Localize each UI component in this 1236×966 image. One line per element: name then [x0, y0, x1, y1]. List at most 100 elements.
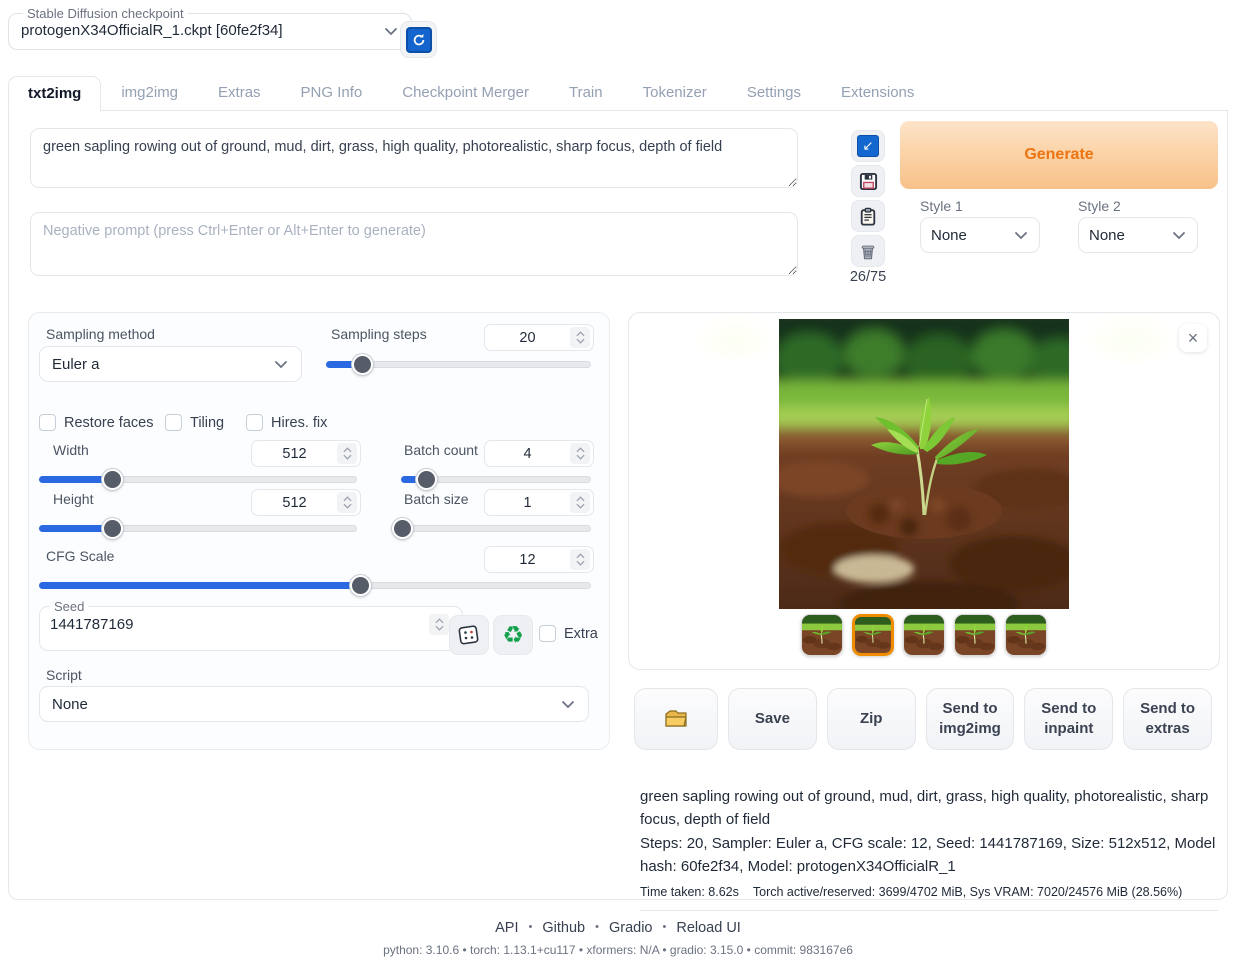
tiling-checkbox[interactable]: Tiling — [165, 414, 224, 431]
checkbox-box — [39, 414, 56, 431]
spinner-arrows[interactable] — [337, 443, 357, 464]
prompt-input[interactable]: green sapling rowing out of ground, mud,… — [30, 128, 798, 188]
chevron-down-icon — [1171, 227, 1187, 243]
height-slider[interactable] — [39, 518, 357, 536]
output-actions: Save Zip Send to img2img Send to inpaint… — [634, 688, 1212, 750]
apply-style-button[interactable] — [851, 200, 885, 232]
generation-info-params: Steps: 20, Sampler: Euler a, CFG scale: … — [640, 832, 1218, 879]
tab-checkpoint-merger[interactable]: Checkpoint Merger — [382, 75, 549, 111]
footer: API•Github•Gradio•Reload UI python: 3.10… — [0, 920, 1236, 957]
gallery-thumbnail-2[interactable] — [852, 614, 894, 656]
spinner-arrows[interactable] — [570, 492, 590, 513]
spinner-arrows[interactable] — [570, 549, 590, 570]
tab-settings[interactable]: Settings — [727, 75, 821, 111]
width-label: Width — [53, 442, 89, 458]
slider-handle[interactable] — [102, 469, 123, 490]
style2-label: Style 2 — [1078, 198, 1121, 214]
vram-stats: Torch active/reserved: 3699/4702 MiB, Sy… — [753, 885, 1182, 899]
tab-train[interactable]: Train — [549, 75, 623, 111]
slider-handle[interactable] — [102, 518, 123, 539]
batch-size-label: Batch size — [404, 491, 469, 507]
send-to-inpaint-button[interactable]: Send to inpaint — [1024, 688, 1113, 750]
footer-link-gradio[interactable]: Gradio — [609, 920, 653, 936]
sampling-steps-input[interactable]: 20 — [484, 324, 594, 351]
footer-link-reload-ui[interactable]: Reload UI — [676, 920, 740, 936]
checkpoint-value: protogenX34OfficialR_1.ckpt [60fe2f34] — [21, 22, 283, 39]
width-value: 512 — [252, 446, 337, 462]
spinner-arrows[interactable] — [570, 443, 590, 464]
txt2img-settings-panel: Sampling method Euler a Sampling steps 2… — [28, 312, 610, 750]
slider-handle[interactable] — [352, 354, 373, 375]
footer-link-api[interactable]: API — [495, 920, 518, 936]
cfg-scale-slider[interactable] — [39, 575, 591, 593]
generated-image[interactable] — [779, 319, 1069, 609]
clear-prompt-button[interactable] — [851, 235, 885, 267]
style2-select[interactable]: None — [1078, 217, 1198, 253]
generate-button[interactable]: Generate — [900, 121, 1218, 189]
batch-count-value: 4 — [485, 446, 570, 462]
recycle-icon: ♻ — [502, 623, 524, 647]
checkpoint-dropdown[interactable]: Stable Diffusion checkpoint protogenX34O… — [8, 6, 412, 50]
script-select[interactable]: None — [39, 686, 589, 722]
open-folder-button[interactable] — [634, 688, 718, 750]
tab-tokenizer[interactable]: Tokenizer — [623, 75, 727, 111]
batch-count-input[interactable]: 4 — [484, 440, 594, 467]
width-input[interactable]: 512 — [251, 440, 361, 467]
spinner-arrows[interactable] — [337, 492, 357, 513]
width-slider[interactable] — [39, 469, 357, 487]
generation-info-prompt: green sapling rowing out of ground, mud,… — [640, 785, 1218, 832]
negative-prompt-input[interactable] — [30, 212, 798, 276]
token-counter: 26/75 — [848, 269, 888, 285]
height-label: Height — [53, 491, 93, 507]
tab-extensions[interactable]: Extensions — [821, 75, 934, 111]
gallery-thumbnails — [629, 614, 1219, 656]
gallery-thumbnail-5[interactable] — [1005, 614, 1047, 656]
checkbox-box — [539, 625, 556, 642]
height-input[interactable]: 512 — [251, 489, 361, 516]
batch-size-slider[interactable] — [401, 518, 591, 536]
save-button[interactable]: Save — [728, 688, 817, 750]
batch-count-label: Batch count — [404, 442, 478, 458]
seed-value: 1441787169 — [50, 616, 133, 633]
tab-extras[interactable]: Extras — [198, 75, 281, 111]
spinner-arrows[interactable] — [570, 327, 590, 348]
trash-icon — [859, 242, 877, 261]
batch-size-input[interactable]: 1 — [484, 489, 594, 516]
slider-handle[interactable] — [350, 575, 371, 596]
tab-img2img[interactable]: img2img — [101, 75, 198, 111]
footer-versions: python: 3.10.6 • torch: 1.13.1+cu117 • x… — [0, 943, 1236, 957]
gallery-thumbnail-3[interactable] — [903, 614, 945, 656]
gallery-thumbnail-4[interactable] — [954, 614, 996, 656]
slider-handle[interactable] — [392, 518, 413, 539]
send-to-extras-button[interactable]: Send to extras — [1123, 688, 1212, 750]
tab-txt2img[interactable]: txt2img — [8, 76, 101, 112]
extra-seed-checkbox[interactable]: Extra — [539, 625, 598, 642]
restore-faces-checkbox[interactable]: Restore faces — [39, 414, 153, 431]
sampling-steps-slider[interactable] — [326, 354, 591, 372]
style1-value: None — [931, 227, 967, 244]
slider-handle[interactable] — [416, 469, 437, 490]
save-style-button[interactable] — [851, 165, 885, 197]
spinner-arrows[interactable] — [429, 614, 449, 635]
height-value: 512 — [252, 495, 337, 511]
sampling-method-select[interactable]: Euler a — [39, 346, 302, 382]
close-gallery-button[interactable]: × — [1179, 324, 1207, 352]
checkbox-box — [165, 414, 182, 431]
footer-link-github[interactable]: Github — [542, 920, 585, 936]
gallery-thumbnail-1[interactable] — [801, 614, 843, 656]
zip-button[interactable]: Zip — [827, 688, 916, 750]
hires-fix-checkbox[interactable]: Hires. fix — [246, 414, 327, 431]
paste-arrow-icon: ↙ — [857, 135, 879, 157]
batch-count-slider[interactable] — [401, 469, 591, 487]
refresh-icon — [406, 27, 432, 53]
seed-input[interactable]: Seed 1441787169 — [39, 599, 463, 651]
cfg-scale-input[interactable]: 12 — [484, 546, 594, 573]
send-to-img2img-button[interactable]: Send to img2img — [926, 688, 1015, 750]
tab-png-info[interactable]: PNG Info — [281, 75, 383, 111]
reuse-seed-button[interactable]: ♻ — [493, 615, 533, 655]
style1-select[interactable]: None — [920, 217, 1040, 253]
refresh-checkpoint-button[interactable] — [400, 21, 437, 58]
random-seed-button[interactable] — [449, 615, 489, 655]
paste-generation-params-button[interactable]: ↙ — [851, 130, 885, 162]
sampling-steps-label: Sampling steps — [331, 326, 427, 342]
